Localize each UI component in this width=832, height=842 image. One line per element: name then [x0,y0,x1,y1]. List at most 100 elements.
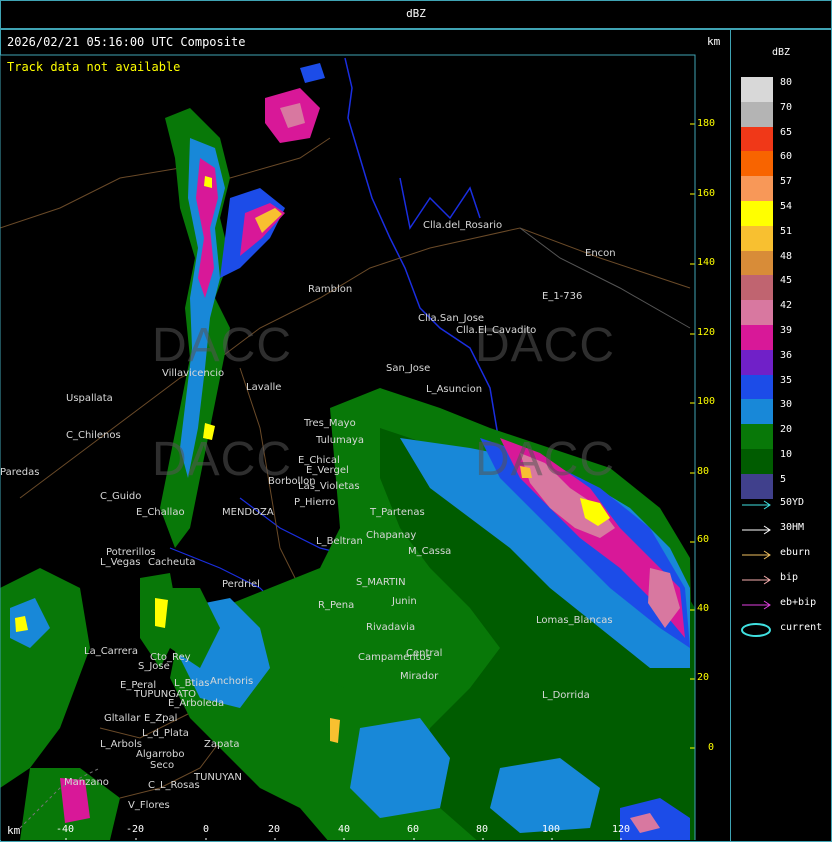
legend-swatch [741,275,773,301]
place-label: L_Beltran [316,536,363,547]
place-label: Anchoris [210,676,254,687]
timestamp-label: 2026/02/21 05:16:00 UTC Composite [7,35,246,49]
legend-level-label: 57 [780,176,793,188]
place-label: S_Jose [138,661,170,672]
legend-level-label: 39 [780,325,793,336]
track-status-note: Track data not available [7,60,181,74]
y-tick-label: 140 [697,257,716,268]
y-tick-label: 180 [697,118,716,129]
place-label: Algarrobo [136,749,185,760]
window-title: dBZ [406,7,426,20]
place-label: Lomas_Blancas [536,615,613,626]
y-tick-label: 160 [697,188,716,199]
legend-swatch [741,126,773,152]
place-label: Lavalle [246,382,282,393]
echo-54dbz [204,176,212,188]
watermark-logo: DACC [475,433,616,486]
legend-swatch [741,201,773,226]
place-label: M_Cassa [408,546,452,557]
legend-level-label: 20 [780,424,793,436]
x-unit-label: km [7,824,21,837]
track-label: 30HM [780,522,805,533]
legend-swatch [741,374,773,400]
legend-level-label: 35 [780,374,793,386]
place-label: Chapanay [366,530,417,541]
legend-title: dBZ [772,47,791,58]
place-label: C_Chilenos [66,430,121,441]
place-label: San_Jose [386,363,431,374]
track-arrow-icon [742,550,771,560]
place-label: Perdriel [222,579,260,590]
legend-level-label: 42 [780,300,793,312]
track-label: eburn [780,547,811,558]
place-label: E_1-736 [542,291,583,302]
legend-swatch [741,325,773,350]
legend-level-label: 70 [780,101,793,113]
track-arrow-icon [742,500,771,510]
y-unit-label: km [707,35,721,48]
place-label: E_Zpal [144,713,178,724]
place-label: Clla.del_Rosario [423,220,503,231]
place-label: L_Asuncion [426,384,483,395]
place-label: E_Challao [136,507,185,518]
place-label: L_Btias [174,678,210,689]
track-label: current [780,622,823,633]
legend-swatch [741,77,773,102]
y-tick-label: 100 [697,396,716,407]
legend-swatch [741,424,773,450]
legend-level-label: 30 [780,399,793,411]
x-tick-label: 40 [338,824,351,835]
place-label: La_Carrera [84,646,139,657]
legend-swatch [741,176,773,202]
place-label: Junin [392,596,417,607]
legend-level-label: 45 [780,275,793,287]
track-arrow-icon [742,575,771,585]
legend-swatch [741,101,773,127]
x-tick-label: 60 [407,824,420,835]
place-label: Tulumaya [316,435,364,446]
legend-level-label: 65 [780,126,793,138]
place-label: Rivadavia [366,622,416,633]
place-label: L_d_Plata [142,728,189,739]
x-tick-label: -20 [126,824,145,835]
place-label: Villavicencio [162,368,225,379]
legend-swatch [741,473,773,499]
place-label: V_Flores [128,800,170,811]
y-tick-label: 0 [708,742,715,753]
place-label: Paredas [0,467,40,478]
track-arrow-icon [742,600,771,610]
legend-level-label: 80 [780,77,793,88]
legend-level-label: 54 [780,201,793,212]
place-label: Manzano [64,777,109,788]
place-label: Cacheuta [148,557,196,568]
track-label: 50YD [780,497,805,508]
track-label: bip [780,572,799,583]
x-tick-label: 100 [542,824,561,835]
watermark-logo: DACC [152,319,293,372]
place-label: Ramblon [308,284,353,295]
place-label: R_Pena [318,600,355,611]
place-label: Clla.San_Jose [418,313,485,324]
x-tick-label: 20 [268,824,281,835]
place-label: L_Vegas [100,557,141,568]
track-arrow-icon [742,525,771,535]
x-tick-label: -40 [56,824,75,835]
legend-level-label: 36 [780,349,793,361]
legend-level-label: 60 [780,151,793,163]
legend-level-label: 48 [780,250,793,262]
x-tick-label: 120 [612,824,631,835]
x-tick-label: 80 [476,824,489,835]
y-tick-label: 40 [697,603,710,614]
legend-level-label: 10 [780,449,793,460]
legend-swatch [741,250,773,276]
y-tick-label: 60 [697,534,710,545]
track-label: eb+bip [780,597,817,608]
place-label: Encon [585,248,616,259]
place-label: E_Vergel [306,465,349,476]
place-label: P_Hierro [294,497,336,508]
x-tick-label: 0 [203,824,210,835]
legend-swatch [741,449,773,474]
legend-level-label: 5 [780,473,787,485]
place-label: Zapata [204,739,240,750]
place-label: Clla.El_Cavadito [456,325,537,336]
